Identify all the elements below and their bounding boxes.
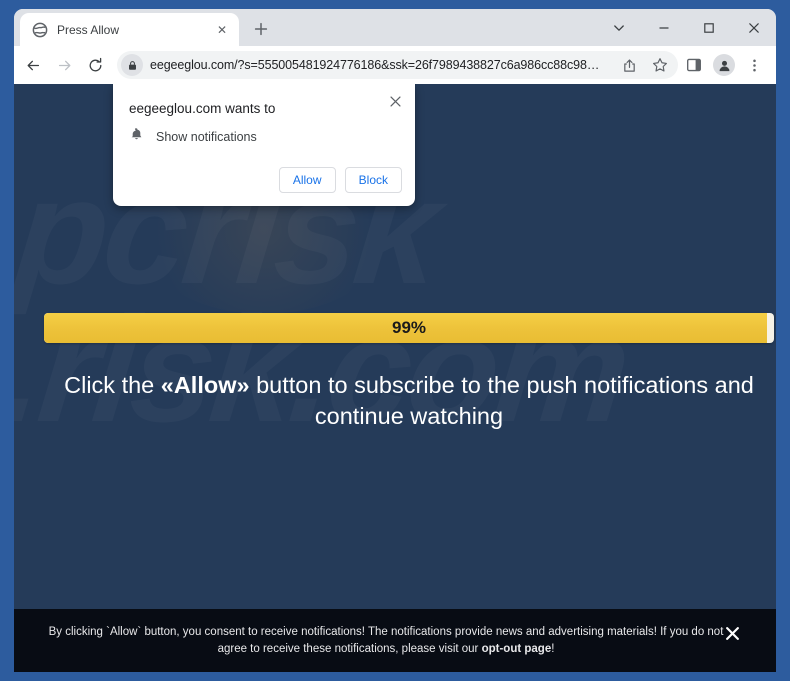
close-icon [748, 22, 759, 33]
close-icon [725, 626, 739, 640]
allow-button[interactable]: Allow [278, 167, 336, 193]
url-text: eegeeglou.com/?s=555005481924776186&ssk=… [150, 58, 600, 72]
arrow-right-icon [58, 60, 70, 70]
block-button[interactable]: Block [344, 167, 402, 193]
screenshot-root: Press Allow ✕ eegeeglou.com/?s=555005481… [0, 0, 790, 681]
three-dot-menu-icon [752, 59, 756, 71]
headline-emphasis: «Allow» [160, 372, 250, 398]
profile-avatar[interactable] [710, 51, 738, 79]
reload-icon [89, 57, 101, 71]
headline-before: Click the [64, 372, 161, 398]
consent-text: By clicking `Allow` button, you consent … [14, 624, 776, 657]
progress-bar: 99% [44, 313, 774, 343]
consent-text-before: By clicking `Allow` button, you consent … [48, 626, 724, 655]
dialog-title: eegeeglou.com wants to [129, 101, 276, 116]
tab-title: Press Allow [57, 22, 120, 37]
plus-icon [254, 22, 268, 36]
consent-close-button[interactable] [722, 623, 742, 643]
page-viewport: pcrisk .risk.com 99% Click the «Allow» b… [14, 84, 776, 672]
dialog-actions: Allow Block [278, 167, 402, 193]
notification-permission-dialog: eegeeglou.com wants to Show notification… [113, 84, 415, 206]
lock-icon[interactable] [121, 54, 143, 76]
progress-percent-label: 99% [391, 318, 427, 337]
side-panel-icon[interactable] [680, 51, 708, 79]
new-tab-button[interactable] [247, 15, 275, 43]
headline-after: button to subscribe to the push notifica… [249, 372, 754, 430]
globe-icon [32, 22, 48, 38]
maximize-button[interactable] [686, 9, 731, 46]
tab-close-icon[interactable]: ✕ [214, 22, 230, 38]
consent-text-after: ! [551, 642, 555, 655]
opt-out-page-link[interactable]: opt-out page [482, 643, 552, 655]
maximize-icon [703, 22, 714, 33]
bell-icon [129, 127, 144, 147]
window-controls [596, 9, 776, 46]
browser-menu-button[interactable] [740, 51, 768, 79]
close-icon [389, 95, 401, 107]
browser-tab-press-allow[interactable]: Press Allow ✕ [20, 13, 239, 46]
close-window-button[interactable] [731, 9, 776, 46]
tab-search-button[interactable] [596, 9, 641, 46]
chevron-down-icon [613, 24, 624, 31]
permission-label: Show notifications [156, 130, 257, 144]
reload-button[interactable] [80, 50, 110, 80]
bookmark-star-icon[interactable] [648, 53, 672, 77]
arrow-left-icon [27, 60, 39, 70]
tab-strip: Press Allow ✕ [14, 9, 776, 46]
dialog-close-button[interactable] [384, 90, 406, 112]
minimize-button[interactable] [641, 9, 686, 46]
minimize-icon [659, 26, 668, 29]
page-title: Click the «Allow» button to subscribe to… [59, 370, 759, 433]
share-icon[interactable] [617, 53, 641, 77]
address-bar[interactable]: eegeeglou.com/?s=555005481924776186&ssk=… [117, 51, 678, 79]
consent-banner: By clicking `Allow` button, you consent … [14, 609, 776, 672]
browser-window: Press Allow ✕ eegeeglou.com/?s=555005481… [14, 9, 776, 672]
back-button[interactable] [18, 50, 48, 80]
permission-row: Show notifications [129, 127, 257, 147]
forward-button[interactable] [49, 50, 79, 80]
browser-toolbar: eegeeglou.com/?s=555005481924776186&ssk=… [14, 46, 776, 84]
